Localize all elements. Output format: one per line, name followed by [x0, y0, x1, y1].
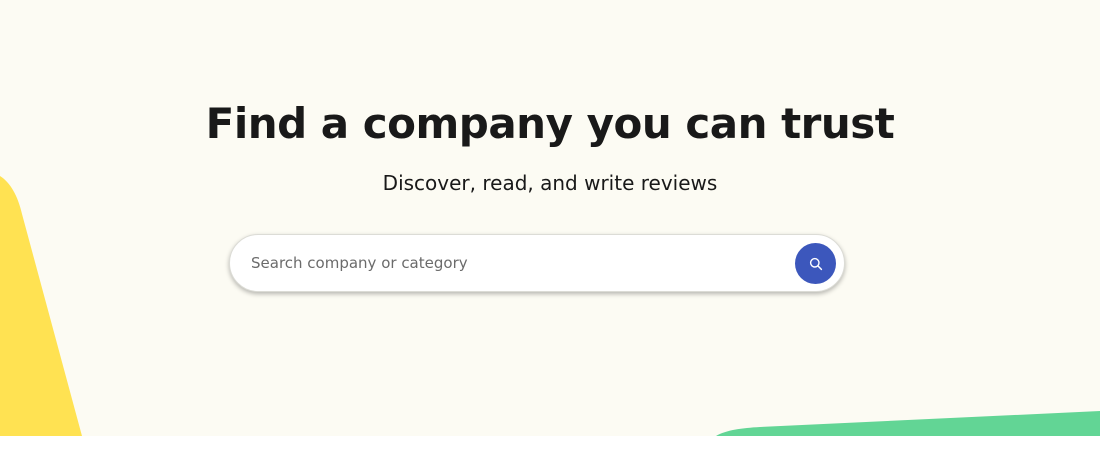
- search-input[interactable]: [251, 243, 791, 283]
- page-bottom-strip: [0, 436, 1100, 450]
- hero-section: Find a company you can trust Discover, r…: [0, 0, 1100, 436]
- hero-background: [0, 0, 1100, 436]
- page-title: Find a company you can trust: [205, 99, 895, 148]
- search-button[interactable]: [795, 243, 836, 284]
- page-subtitle: Discover, read, and write reviews: [382, 171, 718, 195]
- search-icon: [809, 257, 822, 270]
- hero-background-fill: [0, 0, 1100, 436]
- search-bar: [229, 234, 845, 292]
